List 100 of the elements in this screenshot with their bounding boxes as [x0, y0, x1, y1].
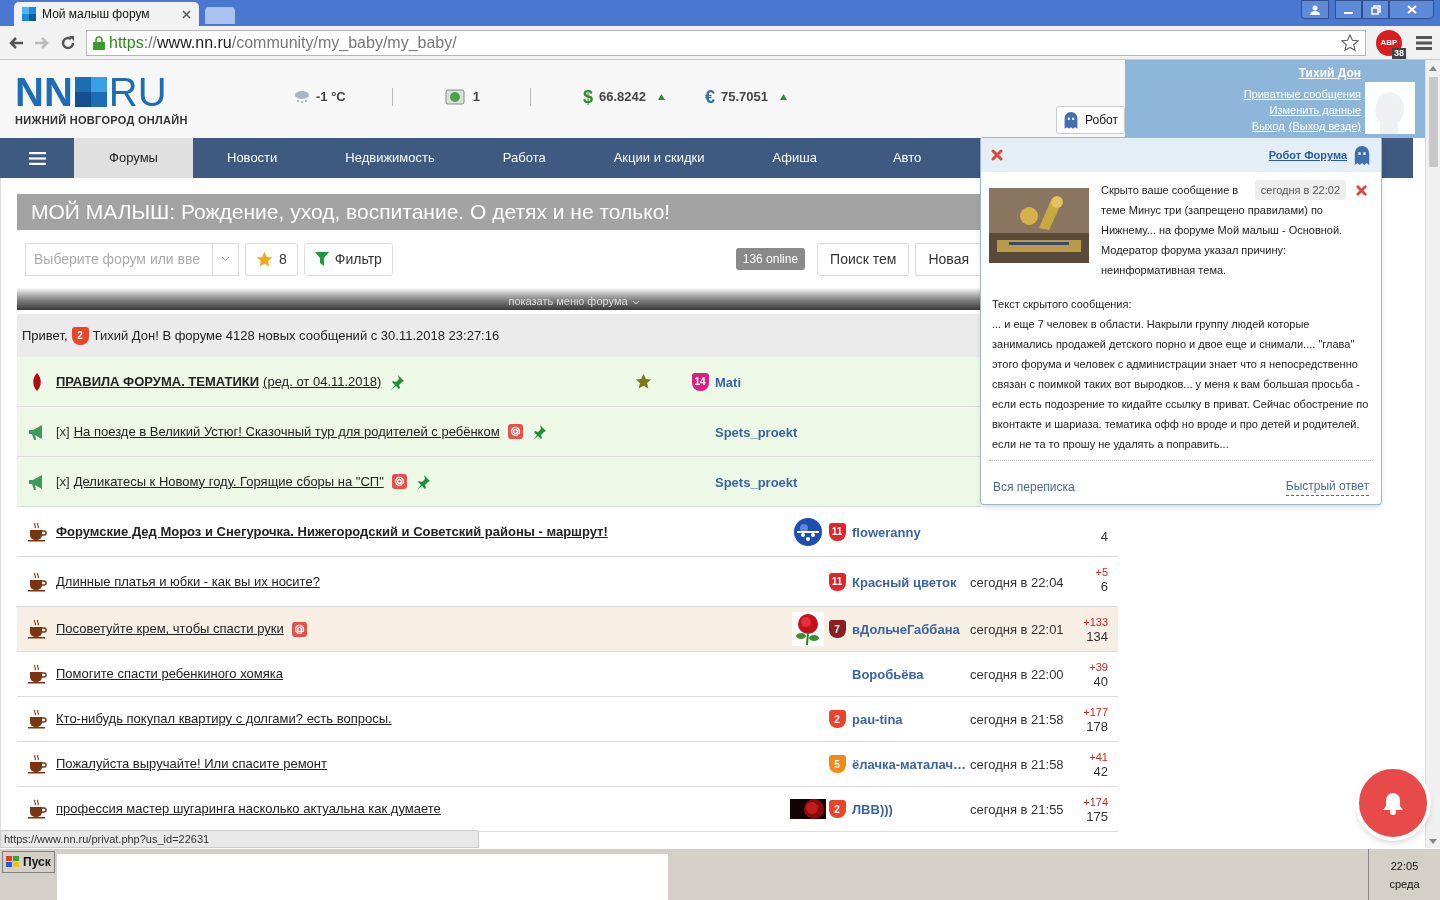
- url-text: https://www.nn.ru/community/my_baby/my_baby/: [109, 32, 458, 53]
- coffee-cup-icon: [26, 664, 47, 684]
- topic-link[interactable]: На поезде в Великий Устюг! Сказочный тур для родителей с ребёнком: [73, 421, 500, 442]
- scroll-down-icon[interactable]: [1429, 839, 1437, 844]
- star-icon: [256, 250, 273, 268]
- nav-tab[interactable]: Форумы: [74, 138, 193, 178]
- temperature: -1 °C: [316, 88, 346, 107]
- post-count: 6: [1100, 579, 1108, 595]
- author-link[interactable]: ЛВВ))): [852, 802, 893, 817]
- filter-button[interactable]: Фильтр: [303, 242, 393, 276]
- chevron-down-icon: [631, 300, 640, 305]
- author-link[interactable]: Mati: [715, 374, 741, 390]
- bookmark-star-icon[interactable]: [1341, 33, 1359, 52]
- new-count: +41: [1089, 751, 1108, 763]
- coffee-cup-icon: [26, 571, 47, 592]
- currency-symbol: $: [583, 85, 593, 109]
- at-sign-icon: [291, 621, 307, 637]
- coffee-cup-icon: [26, 754, 47, 774]
- menu-icon[interactable]: [1416, 35, 1432, 50]
- favorites-button[interactable]: 8: [245, 242, 298, 276]
- restore-button[interactable]: [1362, 0, 1389, 19]
- profile-button[interactable]: [1301, 0, 1329, 19]
- close-icon[interactable]: [991, 149, 1003, 161]
- author-link[interactable]: ёлачка-маталач…: [852, 757, 966, 772]
- logo-text: NN: [15, 76, 73, 108]
- author-link[interactable]: pau-tina: [852, 712, 903, 727]
- exchange-rate: 75.7051: [721, 88, 769, 107]
- nav-tab[interactable]: Акции и скидки: [579, 138, 739, 178]
- close-window-button[interactable]: [1389, 0, 1434, 19]
- forum-menu-bar[interactable]: показать меню форума: [17, 288, 981, 310]
- new-count: +133: [1083, 616, 1108, 628]
- post-count: 40: [1093, 674, 1108, 690]
- author-link[interactable]: вДольчеГаббана: [852, 622, 960, 637]
- topic-row[interactable]: ПРАВИЛА ФОРУМА. ТЕМАТИКИ (ред. от 04.11.2018) 14 Mati: [17, 357, 981, 407]
- scroll-up-icon[interactable]: [1429, 66, 1437, 71]
- search-topics-button[interactable]: Поиск тем: [817, 242, 910, 276]
- tab-title: Мой малыш форум: [42, 6, 151, 23]
- scrollbar[interactable]: [1425, 60, 1440, 848]
- author-link[interactable]: Spets_proekt: [715, 474, 798, 490]
- nav-tab[interactable]: Новости: [193, 138, 312, 178]
- last-post-time: сегодня в 21:55: [970, 802, 1064, 817]
- topic-row[interactable]: [x] Деликатесы к Новому году. Горящие сборы на "СП" Spets_proekt: [17, 457, 981, 507]
- rank-badge: 2: [71, 326, 89, 345]
- close-icon[interactable]: [182, 9, 191, 19]
- minimize-button[interactable]: [1335, 0, 1362, 19]
- edit-note-link[interactable]: (ред. от 04.11.2018): [263, 371, 382, 392]
- robot-tab[interactable]: Робот: [1056, 106, 1125, 134]
- new-count: +174: [1083, 796, 1108, 808]
- clock-day: среда: [1389, 874, 1420, 893]
- forum-select[interactable]: Выберите форум или вве: [25, 242, 239, 276]
- topic-link[interactable]: Кто-нибудь покупал квартиру с долгами? есть вопросы.: [56, 709, 392, 729]
- up-arrow-icon: [780, 94, 788, 100]
- close-icon[interactable]: [1356, 184, 1367, 196]
- topic-link[interactable]: ПРАВИЛА ФОРУМА. ТЕМАТИКИ: [56, 371, 260, 392]
- author-link[interactable]: Красный цветок: [852, 574, 957, 590]
- coffee-cup-icon: [26, 619, 47, 639]
- reload-icon[interactable]: [60, 34, 76, 51]
- nav-tab[interactable]: Авто: [850, 138, 922, 178]
- author-link[interactable]: floweranny: [852, 524, 921, 540]
- author-link[interactable]: Spets_proekt: [715, 424, 798, 440]
- topic-row[interactable]: [x] На поезде в Великий Устюг! Сказочный тур для родителей с ребёнком Spets_proekt: [17, 407, 981, 457]
- topic-link[interactable]: Помогите спасти ребенкиного хомяка: [56, 664, 283, 684]
- topic-link[interactable]: профессия мастер шугаринга насколько актуальна как думаете: [56, 799, 441, 819]
- traffic-level: 1: [472, 88, 480, 107]
- back-icon[interactable]: [8, 34, 24, 51]
- topic-link[interactable]: Пожалуйста выручайте! Или спасите ремонт: [56, 754, 327, 774]
- nav-tab[interactable]: Афиша: [738, 138, 851, 178]
- scroll-thumb[interactable]: [1428, 77, 1438, 167]
- forum-title: МОЙ МАЛЫШ: Рождение, уход, воспитание. О детях и не только!: [31, 199, 671, 226]
- quick-reply-link[interactable]: Быстрый ответ: [1285, 477, 1369, 496]
- online-badge: 136 online: [735, 248, 806, 270]
- nav-tab[interactable]: Работа: [468, 138, 580, 178]
- close-icon: [1406, 5, 1417, 14]
- start-button[interactable]: Пуск: [2, 851, 55, 873]
- coffee-cup-icon: [26, 521, 47, 542]
- adblock-count: 38: [1392, 47, 1406, 59]
- author-link[interactable]: Воробьёва: [852, 667, 924, 682]
- exchange-rate: 66.8242: [599, 88, 646, 107]
- sender-link[interactable]: Робот Форума: [1268, 146, 1347, 164]
- chevron-down-icon: [221, 256, 230, 262]
- topic-row[interactable]: Посоветуйте крем, чтобы спасти руки 7 вДольчеГаббана сегодня в 22:01 +133 134: [17, 607, 1118, 652]
- nav-tab[interactable]: Недвижимость: [311, 138, 469, 178]
- pin-icon: [414, 473, 431, 490]
- hidden-message-label: Текст скрытого сообщения:: [992, 297, 1133, 312]
- forum-search-input[interactable]: Выберите форум или вве: [26, 243, 212, 275]
- topic-link[interactable]: Форумские Дед Мороз и Снегурочка. Нижегородский и Советский районы - маршрут!: [56, 521, 608, 542]
- rank-badge: 2: [828, 710, 846, 728]
- topic-link[interactable]: Посоветуйте крем, чтобы спасти руки: [56, 619, 284, 639]
- logo-text: RU: [108, 76, 167, 108]
- message-time: сегодня в 22:02: [1254, 180, 1346, 200]
- browser-tab[interactable]: Мой малыш форум: [14, 2, 199, 26]
- bell-icon: [1382, 791, 1404, 815]
- all-messages-link[interactable]: Вся переписка: [993, 477, 1075, 496]
- pin-icon: [389, 373, 406, 390]
- post-count: 175: [1086, 809, 1108, 825]
- topic-link[interactable]: Длинные платья и юбки - как вы их носите?: [56, 571, 320, 592]
- topic-link[interactable]: Деликатесы к Новому году. Горящие сборы на "СП": [73, 471, 384, 492]
- address-bar[interactable]: https://www.nn.ru/community/my_baby/my_baby/: [86, 29, 1366, 56]
- greeting-text: Привет,: [22, 326, 68, 345]
- site-favicon: [22, 7, 36, 21]
